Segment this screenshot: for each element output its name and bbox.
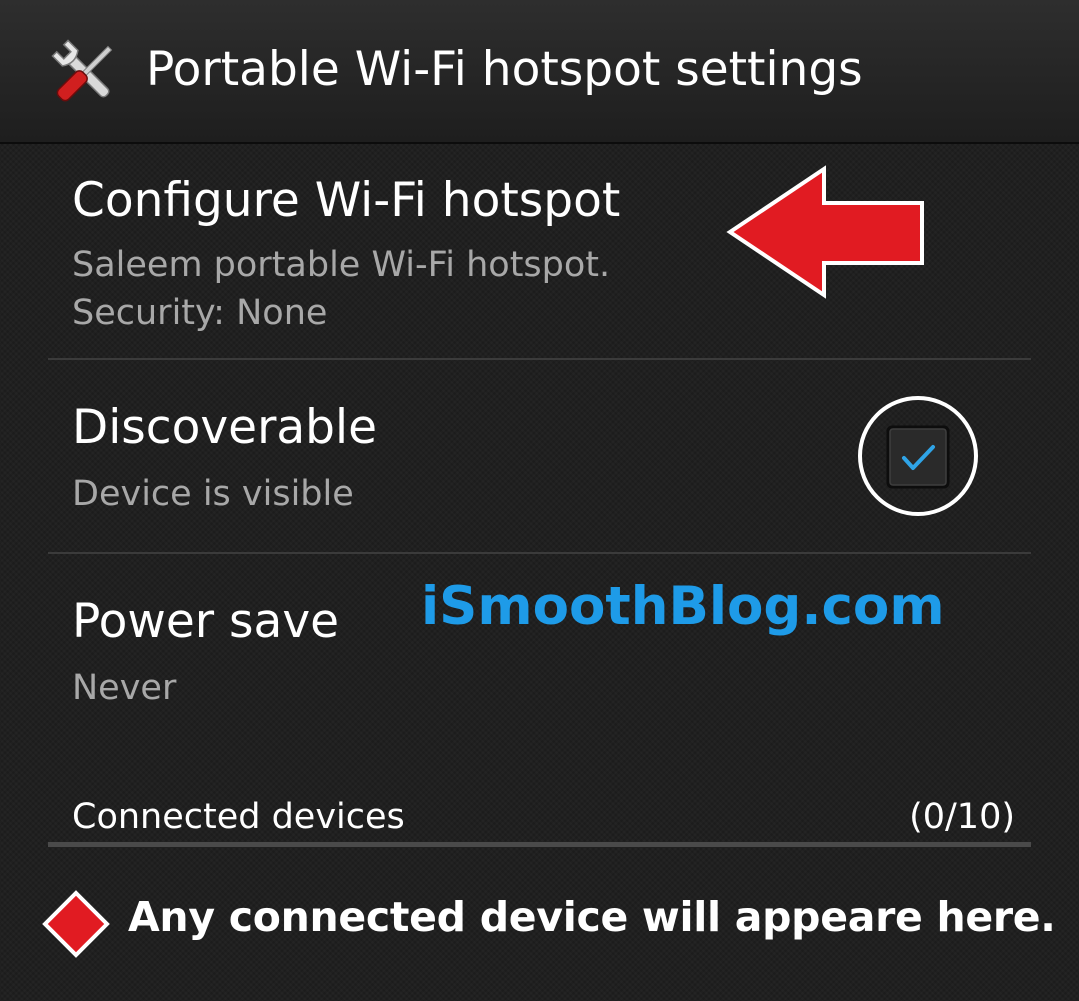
configure-subtitle-line2: Security: None <box>72 293 328 333</box>
watermark-text: iSmoothBlog.com <box>421 576 945 637</box>
discoverable-subtitle: Device is visible <box>72 474 354 514</box>
title-bar: Portable Wi-Fi hotspot settings <box>0 0 1079 144</box>
configure-subtitle-line1: Saleem portable Wi-Fi hotspot. <box>72 245 611 285</box>
section-divider <box>48 842 1031 847</box>
annotation-note: Any connected device will appeare here. <box>128 893 1056 941</box>
red-arrow-icon <box>726 165 924 299</box>
power-save-subtitle: Never <box>72 668 177 708</box>
page-title: Portable Wi-Fi hotspot settings <box>146 42 863 97</box>
discoverable-checkbox[interactable] <box>857 395 979 517</box>
connected-devices-label: Connected devices <box>72 797 405 837</box>
red-diamond-icon <box>42 890 110 958</box>
hotspot-settings-screen: Portable Wi-Fi hotspot settings Configur… <box>0 0 1079 1001</box>
power-save-title: Power save <box>72 594 340 649</box>
divider <box>48 358 1031 360</box>
discoverable-title: Discoverable <box>72 400 377 455</box>
divider <box>48 552 1031 554</box>
tools-icon <box>51 39 113 102</box>
connected-devices-count: (0/10) <box>909 797 1015 837</box>
configure-title: Configure Wi-Fi hotspot <box>72 173 621 228</box>
